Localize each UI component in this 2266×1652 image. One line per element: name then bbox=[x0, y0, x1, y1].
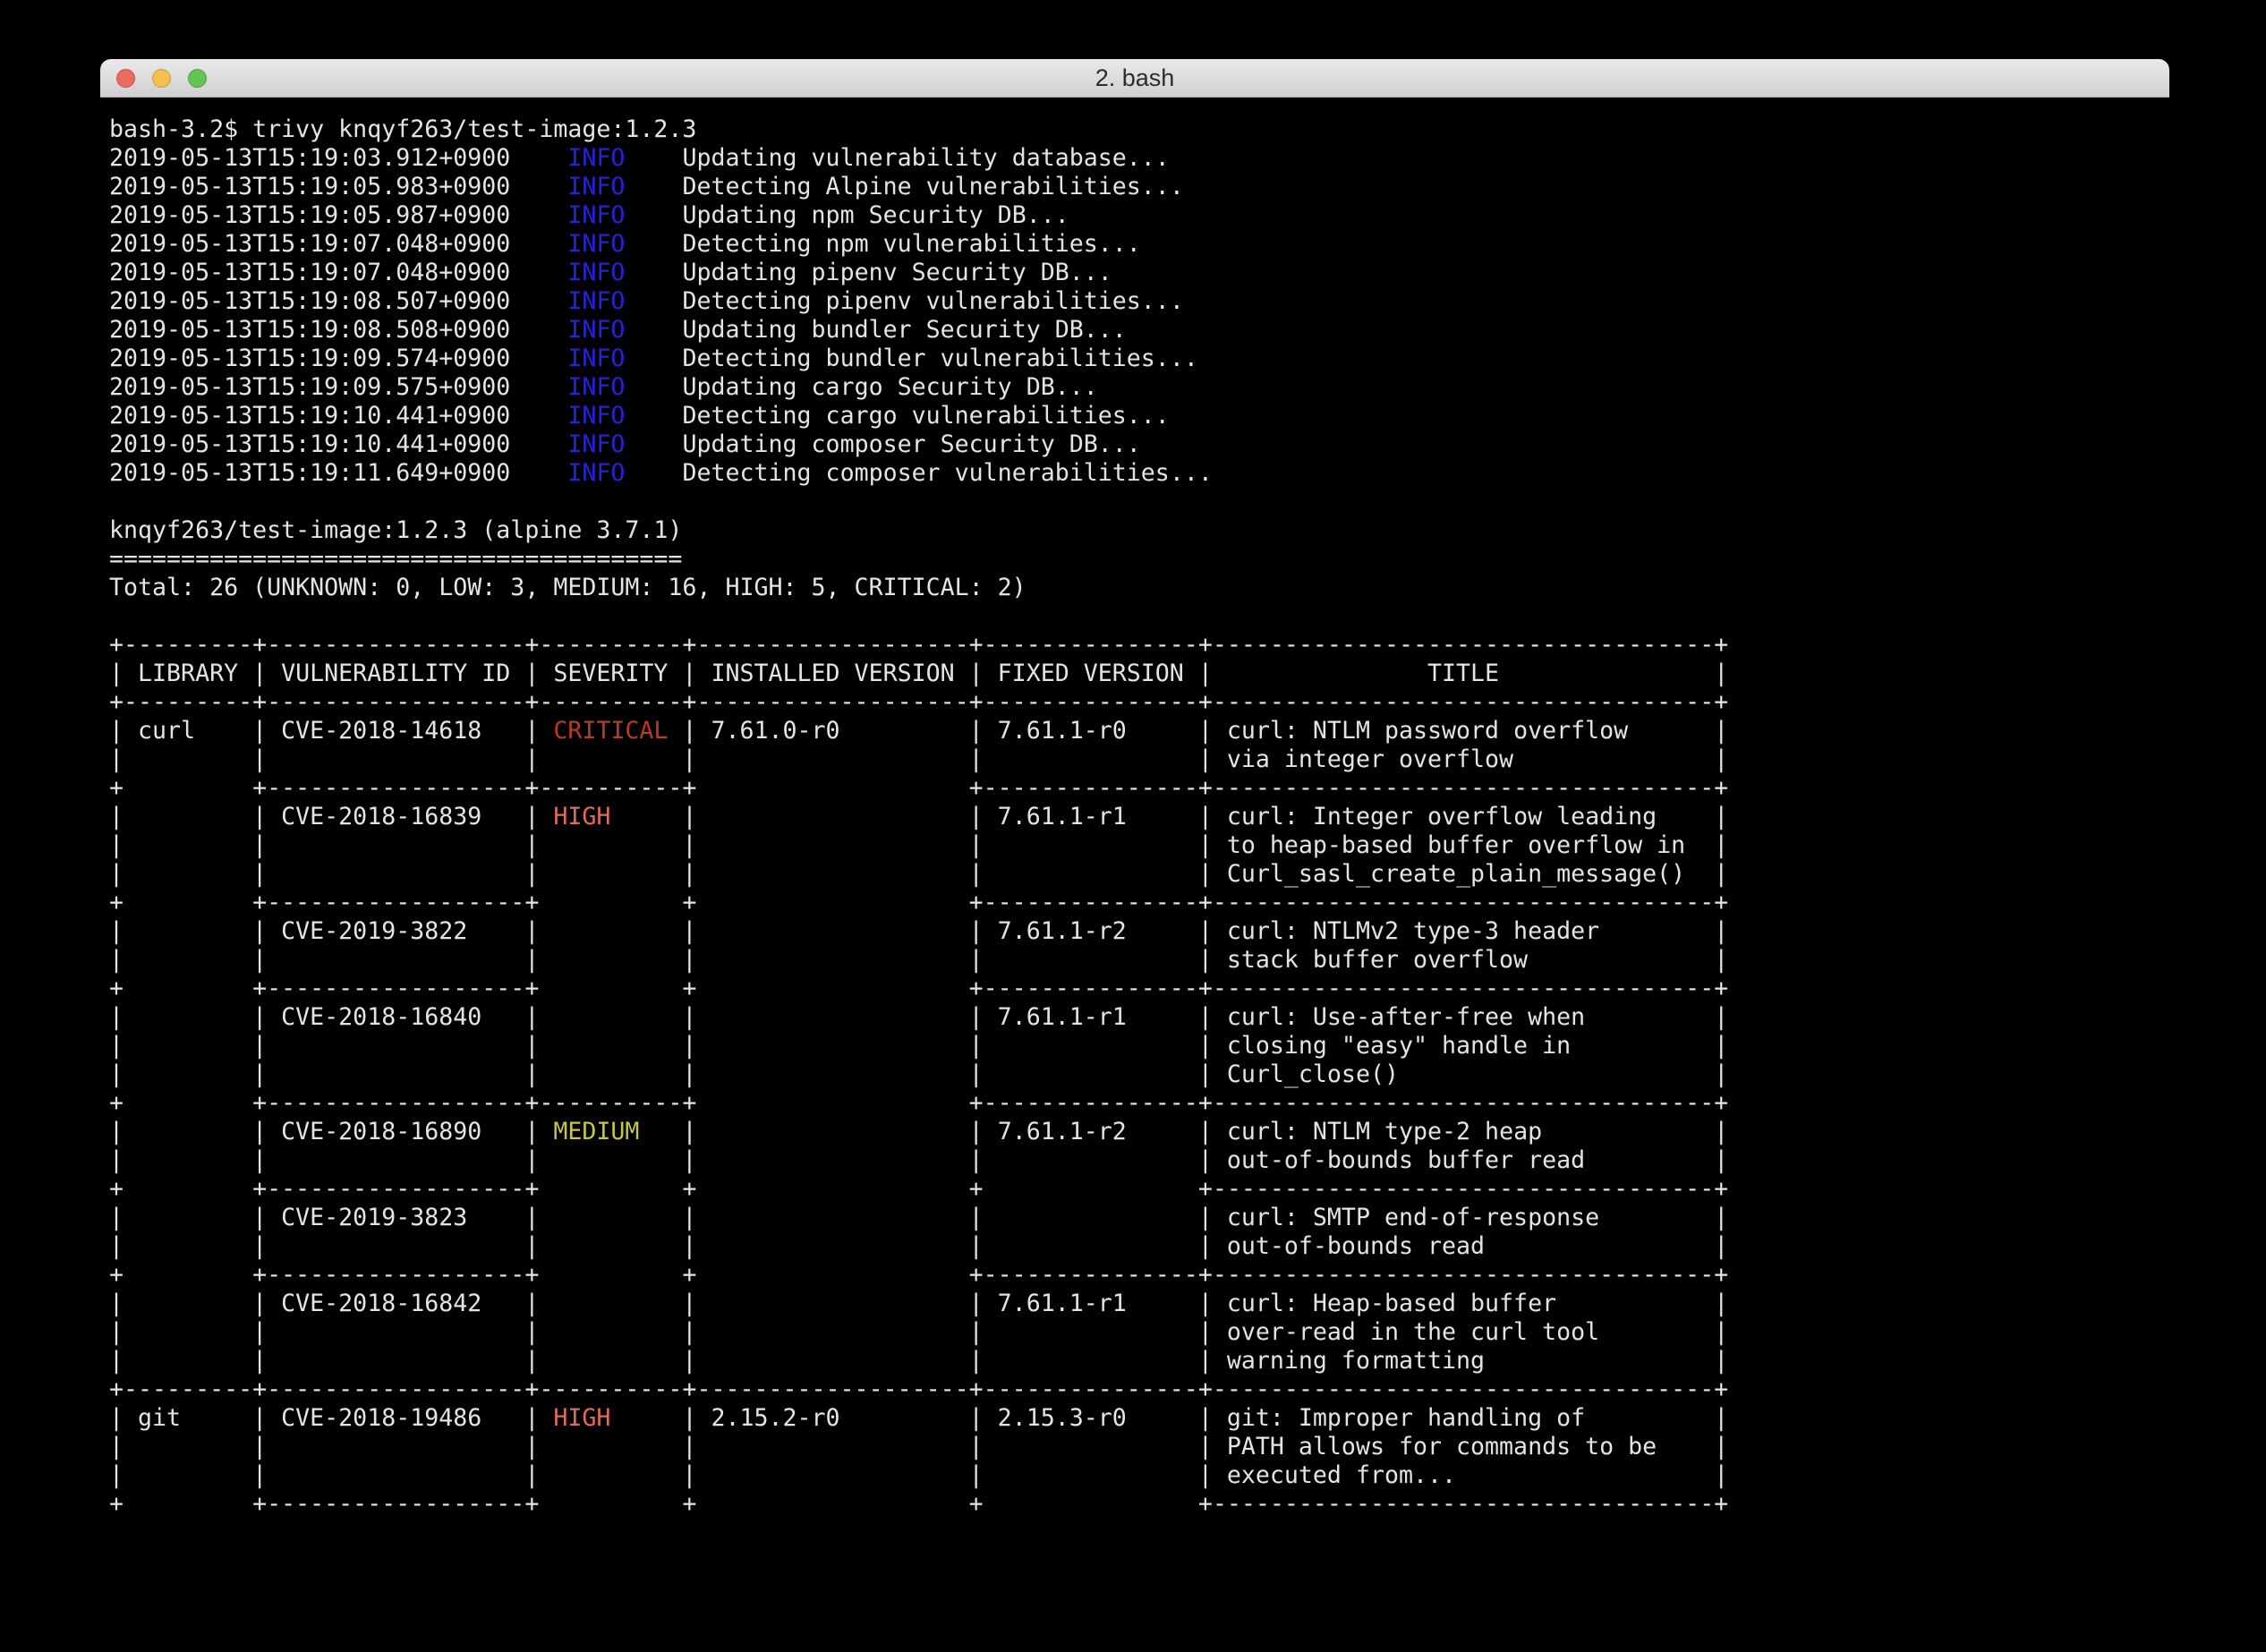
table-row: | | | | | | Curl_sasl_create_plain_messa… bbox=[109, 860, 2169, 889]
log-line: 2019-05-13T15:19:10.441+0900 INFO Updati… bbox=[109, 430, 2169, 459]
log-line: 2019-05-13T15:19:09.574+0900 INFO Detect… bbox=[109, 345, 2169, 373]
log-line: 2019-05-13T15:19:09.575+0900 INFO Updati… bbox=[109, 373, 2169, 402]
table-row: | | | | | | executed from... | bbox=[109, 1461, 2169, 1490]
table-separator: + +------------------+ + +--------------… bbox=[109, 1261, 2169, 1290]
table-row: | | | | | | warning formatting | bbox=[109, 1347, 2169, 1375]
window-title: 2. bash bbox=[100, 64, 2169, 92]
table-separator: + +------------------+ + +--------------… bbox=[109, 889, 2169, 917]
table-separator: + +------------------+----------+ +-----… bbox=[109, 774, 2169, 803]
table-header: | LIBRARY | VULNERABILITY ID | SEVERITY … bbox=[109, 660, 2169, 688]
log-line: 2019-05-13T15:19:05.983+0900 INFO Detect… bbox=[109, 173, 2169, 201]
table-row: | curl | CVE-2018-14618 | CRITICAL | 7.6… bbox=[109, 717, 2169, 745]
table-top-border: +---------+------------------+----------… bbox=[109, 631, 2169, 660]
table-separator: +---------+------------------+----------… bbox=[109, 1375, 2169, 1404]
table-row: | | | | | | Curl_close() | bbox=[109, 1060, 2169, 1089]
table-separator: + +------------------+ + +--------------… bbox=[109, 975, 2169, 1003]
table-separator: + +------------------+ + + +------------… bbox=[109, 1175, 2169, 1204]
log-line: 2019-05-13T15:19:08.508+0900 INFO Updati… bbox=[109, 316, 2169, 345]
blank-line bbox=[109, 602, 2169, 631]
minimize-button[interactable] bbox=[152, 69, 171, 88]
prompt-line: bash-3.2$ trivy knqyf263/test-image:1.2.… bbox=[109, 115, 2169, 144]
table-row: | | | | | | stack buffer overflow | bbox=[109, 946, 2169, 975]
table-row: | | | | | | closing "easy" handle in | bbox=[109, 1032, 2169, 1060]
log-line: 2019-05-13T15:19:07.048+0900 INFO Detect… bbox=[109, 230, 2169, 259]
table-row: | | | | | | to heap-based buffer overflo… bbox=[109, 831, 2169, 860]
table-row: | | CVE-2018-16839 | HIGH | | 7.61.1-r1 … bbox=[109, 803, 2169, 831]
log-line: 2019-05-13T15:19:11.649+0900 INFO Detect… bbox=[109, 459, 2169, 488]
report-rule-line: ======================================== bbox=[109, 545, 2169, 574]
terminal-window: 2. bash bash-3.2$ trivy knqyf263/test-im… bbox=[100, 59, 2169, 1605]
table-separator: +---------+------------------+----------… bbox=[109, 688, 2169, 717]
log-line: 2019-05-13T15:19:08.507+0900 INFO Detect… bbox=[109, 287, 2169, 316]
table-row: | | | | | | via integer overflow | bbox=[109, 745, 2169, 774]
window-titlebar[interactable]: 2. bash bbox=[100, 59, 2169, 98]
table-lines: +---------+------------------+----------… bbox=[109, 631, 2169, 1519]
table-row: | | | | | | out-of-bounds buffer read | bbox=[109, 1146, 2169, 1175]
table-row: | git | CVE-2018-19486 | HIGH | 2.15.2-r… bbox=[109, 1404, 2169, 1433]
log-line: 2019-05-13T15:19:05.987+0900 INFO Updati… bbox=[109, 201, 2169, 230]
table-row: | | CVE-2018-16840 | | | 7.61.1-r1 | cur… bbox=[109, 1003, 2169, 1032]
table-row: | | CVE-2019-3823 | | | | curl: SMTP end… bbox=[109, 1204, 2169, 1232]
log-line: 2019-05-13T15:19:03.912+0900 INFO Updati… bbox=[109, 144, 2169, 173]
table-separator: + +------------------+ + + +------------… bbox=[109, 1490, 2169, 1519]
table-row: | | CVE-2019-3822 | | | 7.61.1-r2 | curl… bbox=[109, 917, 2169, 946]
table-row: | | | | | | out-of-bounds read | bbox=[109, 1232, 2169, 1261]
terminal-screen[interactable]: bash-3.2$ trivy knqyf263/test-image:1.2.… bbox=[100, 98, 2169, 1519]
log-lines: 2019-05-13T15:19:03.912+0900 INFO Updati… bbox=[109, 144, 2169, 488]
report-image-line: knqyf263/test-image:1.2.3 (alpine 3.7.1) bbox=[109, 516, 2169, 545]
log-line: 2019-05-13T15:19:10.441+0900 INFO Detect… bbox=[109, 402, 2169, 430]
blank-line bbox=[109, 488, 2169, 516]
table-row: | | CVE-2018-16890 | MEDIUM | | 7.61.1-r… bbox=[109, 1118, 2169, 1146]
log-line: 2019-05-13T15:19:07.048+0900 INFO Updati… bbox=[109, 259, 2169, 287]
table-row: | | CVE-2018-16842 | | | 7.61.1-r1 | cur… bbox=[109, 1290, 2169, 1318]
traffic-lights bbox=[116, 59, 207, 97]
table-row: | | | | | | PATH allows for commands to … bbox=[109, 1433, 2169, 1461]
table-separator: + +------------------+----------+ +-----… bbox=[109, 1089, 2169, 1118]
close-button[interactable] bbox=[116, 69, 135, 88]
report-summary-line: Total: 26 (UNKNOWN: 0, LOW: 3, MEDIUM: 1… bbox=[109, 574, 2169, 602]
table-row: | | | | | | over-read in the curl tool | bbox=[109, 1318, 2169, 1347]
zoom-button[interactable] bbox=[188, 69, 207, 88]
